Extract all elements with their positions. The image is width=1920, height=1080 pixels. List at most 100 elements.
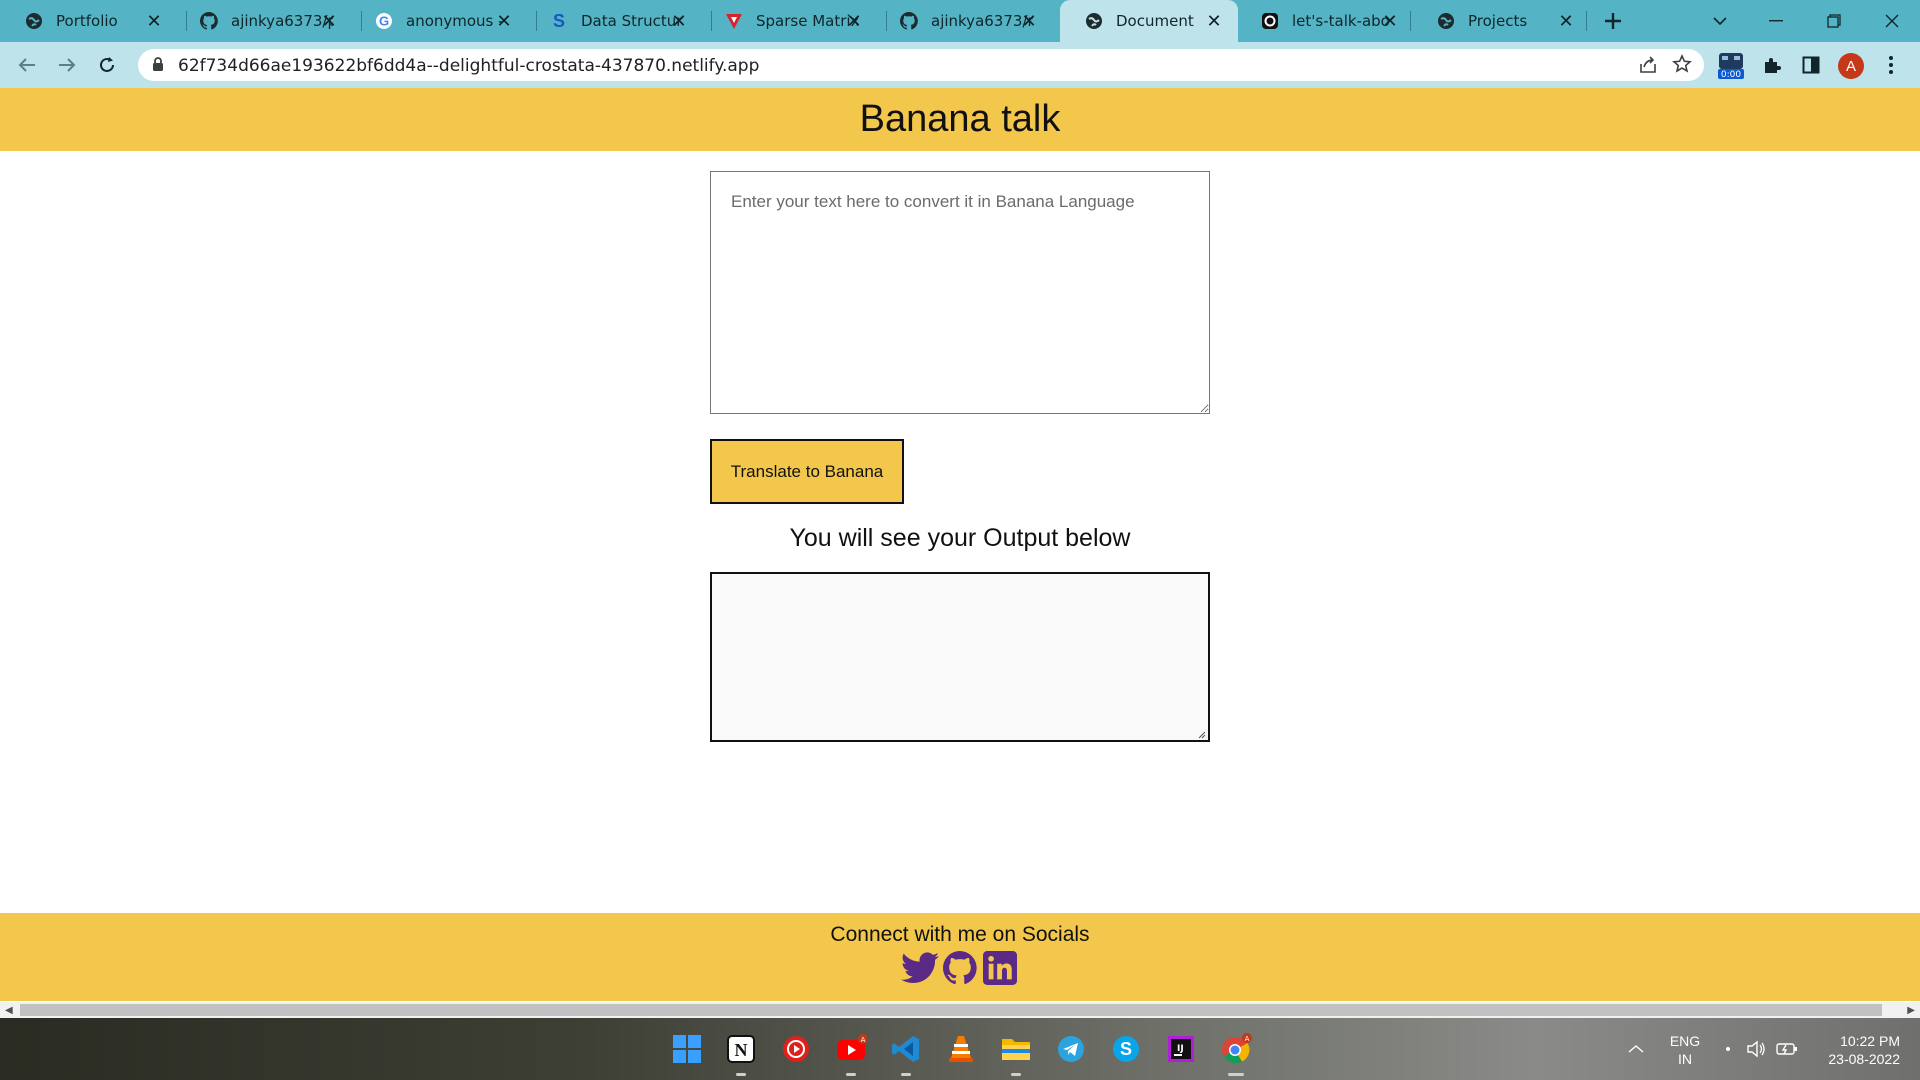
telegram-icon[interactable] xyxy=(1053,1031,1089,1067)
tab-title: ajinkya6373/p xyxy=(231,12,333,30)
s-logo-icon: S xyxy=(549,11,569,31)
tab-divider xyxy=(1410,11,1411,31)
close-window-icon[interactable] xyxy=(1864,0,1920,42)
tab-close-icon[interactable]: ✕ xyxy=(1556,11,1576,31)
bookmark-star-icon[interactable] xyxy=(1672,54,1692,79)
running-indicator xyxy=(846,1073,856,1076)
scroll-left-arrow-icon[interactable]: ◀ xyxy=(5,1005,13,1016)
tab-portfolio[interactable]: Portfolio ✕ xyxy=(0,0,178,42)
language-code: ENG xyxy=(1669,1033,1701,1049)
tab-sparse-matrix[interactable]: Sparse Matrix ✕ xyxy=(700,0,878,42)
media-player-icon[interactable] xyxy=(778,1031,814,1067)
tab-data-structure[interactable]: S Data Structure ✕ xyxy=(525,0,703,42)
browser-toolbar: 62f734d66ae193622bf6dd4a--delightful-cro… xyxy=(0,42,1920,88)
globe-icon xyxy=(1084,11,1104,31)
chrome-icon[interactable]: A xyxy=(1218,1031,1254,1076)
language-region: IN xyxy=(1678,1051,1692,1067)
share-icon[interactable] xyxy=(1638,55,1658,80)
vscode-icon[interactable] xyxy=(888,1031,924,1076)
resize-grip-icon[interactable] xyxy=(1196,729,1206,739)
language-indicator[interactable]: ENG IN xyxy=(1668,1032,1702,1068)
tab-close-icon[interactable]: ✕ xyxy=(1380,11,1400,31)
github-icon xyxy=(899,11,919,31)
tab-title: anonymous - xyxy=(406,12,504,30)
svg-text:A: A xyxy=(1245,1035,1250,1043)
svg-text:IJ: IJ xyxy=(1177,1044,1184,1054)
volume-icon[interactable] xyxy=(1746,1018,1766,1080)
site-header: Banana talk xyxy=(0,88,1920,151)
show-hidden-icons-chevron-icon[interactable] xyxy=(1628,1018,1644,1080)
running-indicator xyxy=(1228,1073,1244,1076)
vlc-icon[interactable] xyxy=(943,1031,979,1067)
web-page: Banana talk Translate to Banana You will… xyxy=(0,88,1920,1002)
windows-taskbar: N A S IJ A ENG IN 10:22 PM 23-08-2022 xyxy=(0,1018,1920,1080)
svg-text:N: N xyxy=(735,1040,748,1060)
notion-icon[interactable]: N xyxy=(723,1031,759,1076)
globe-icon xyxy=(1436,11,1456,31)
tab-google-anonymous[interactable]: G anonymous - ✕ xyxy=(350,0,528,42)
output-heading: You will see your Output below xyxy=(789,524,1131,552)
tab-close-icon[interactable]: ✕ xyxy=(319,11,339,31)
skype-icon[interactable]: S xyxy=(1108,1031,1144,1067)
file-explorer-icon[interactable] xyxy=(998,1031,1034,1076)
running-indicator xyxy=(901,1073,911,1076)
github-icon[interactable] xyxy=(941,950,979,986)
svg-text:G: G xyxy=(379,14,389,29)
profile-avatar[interactable]: A xyxy=(1838,53,1864,79)
text-input-area[interactable] xyxy=(710,171,1210,414)
twitter-icon[interactable] xyxy=(901,950,939,986)
address-bar[interactable]: 62f734d66ae193622bf6dd4a--delightful-cro… xyxy=(138,49,1704,81)
lock-icon[interactable] xyxy=(152,57,164,77)
new-tab-plus-icon[interactable] xyxy=(1598,6,1628,36)
battery-icon[interactable] xyxy=(1776,1018,1798,1080)
tab-close-icon[interactable]: ✕ xyxy=(144,11,164,31)
tab-lets-talk[interactable]: let's-talk-abo ✕ xyxy=(1236,0,1414,42)
horizontal-scrollbar[interactable]: ◀ ▶ xyxy=(0,1002,1920,1018)
forward-arrow-icon[interactable] xyxy=(52,50,82,80)
system-clock[interactable]: 10:22 PM 23-08-2022 xyxy=(1808,1032,1900,1068)
tab-search-chevron-icon[interactable] xyxy=(1692,0,1748,42)
tab-title: Data Structure xyxy=(581,12,683,30)
tab-close-icon[interactable]: ✕ xyxy=(669,11,689,31)
tab-github-p[interactable]: ajinkya6373/p ✕ xyxy=(175,0,353,42)
intellij-icon[interactable]: IJ xyxy=(1163,1031,1199,1067)
side-panel-icon[interactable] xyxy=(1796,50,1826,80)
reload-icon[interactable] xyxy=(92,50,122,80)
linkedin-icon[interactable] xyxy=(981,950,1019,986)
tab-document[interactable]: Document ✕ xyxy=(1060,0,1238,42)
svg-text:S: S xyxy=(1120,1039,1132,1059)
clock-date: 23-08-2022 xyxy=(1828,1051,1900,1067)
clock-time: 10:22 PM xyxy=(1840,1033,1900,1049)
social-links xyxy=(0,950,1920,986)
tab-close-icon[interactable]: ✕ xyxy=(844,11,864,31)
chrome-menu-icon[interactable] xyxy=(1876,50,1906,80)
svg-text:S: S xyxy=(553,12,565,30)
translate-button[interactable]: Translate to Banana xyxy=(710,439,904,504)
network-icon[interactable] xyxy=(1724,1018,1732,1080)
running-indicator xyxy=(736,1073,746,1076)
scroll-right-arrow-icon[interactable]: ▶ xyxy=(1907,1005,1915,1016)
tab-divider xyxy=(1586,11,1587,31)
windows-start-icon[interactable] xyxy=(669,1031,705,1067)
tab-close-icon[interactable]: ✕ xyxy=(1019,11,1039,31)
browser-tab-strip: Portfolio ✕ ajinkya6373/p ✕ G anonymous … xyxy=(0,0,1920,42)
tab-github-m[interactable]: ajinkya6373/m ✕ xyxy=(875,0,1053,42)
scrollbar-thumb[interactable] xyxy=(20,1004,1882,1016)
back-arrow-icon[interactable] xyxy=(12,50,42,80)
tab-title: let's-talk-abo xyxy=(1292,12,1390,30)
tab-close-icon[interactable]: ✕ xyxy=(1204,11,1224,31)
site-footer: Connect with me on Socials xyxy=(0,913,1920,1001)
output-area[interactable] xyxy=(710,572,1210,742)
v-logo-icon xyxy=(724,11,744,31)
tab-projects[interactable]: Projects ✕ xyxy=(1412,0,1590,42)
restore-icon[interactable] xyxy=(1806,0,1862,42)
extensions-puzzle-icon[interactable] xyxy=(1757,50,1787,80)
running-indicator xyxy=(1011,1073,1021,1076)
tab-close-icon[interactable]: ✕ xyxy=(494,11,514,31)
github-icon xyxy=(199,11,219,31)
tab-title: Portfolio xyxy=(56,12,118,30)
extension-timer-icon[interactable]: 0:00 xyxy=(1716,50,1746,80)
youtube-music-icon[interactable]: A xyxy=(833,1031,869,1076)
tab-title: Sparse Matrix xyxy=(756,12,858,30)
minimize-icon[interactable] xyxy=(1748,0,1804,42)
